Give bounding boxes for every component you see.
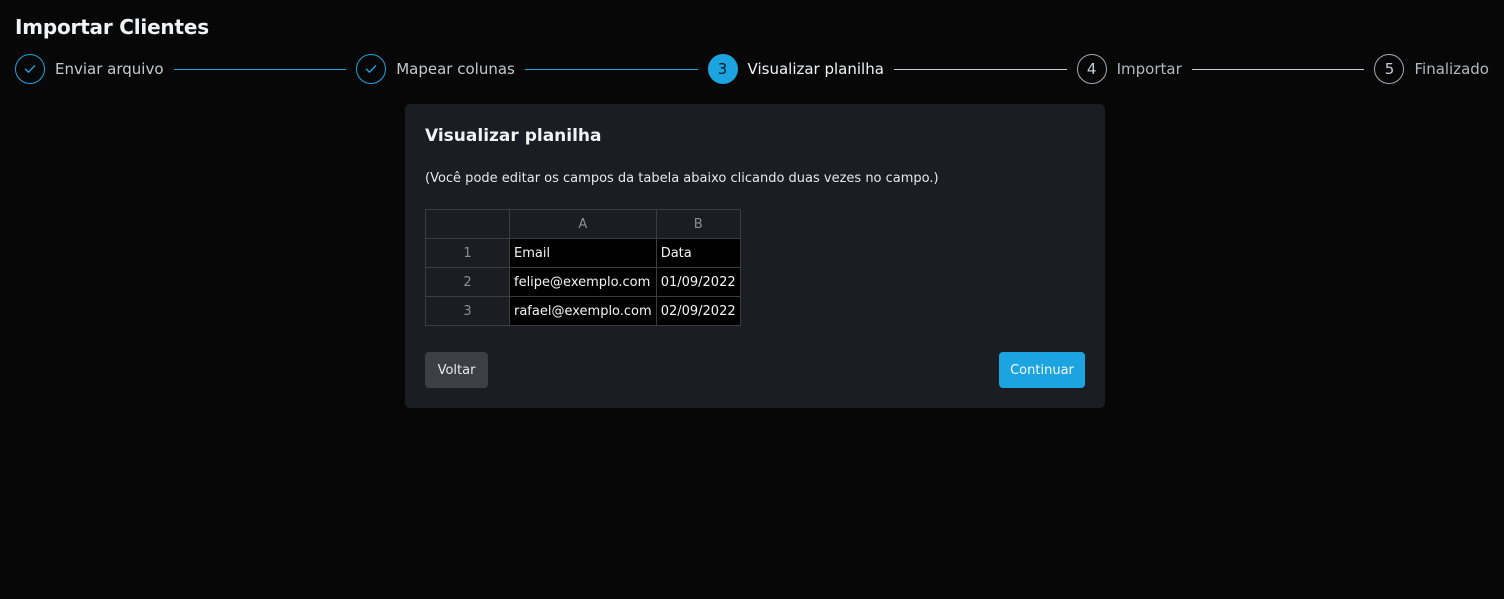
step-connector xyxy=(893,68,1067,70)
table-cell[interactable]: felipe@exemplo.com xyxy=(509,267,657,297)
step-check-circle xyxy=(356,54,387,84)
corner-cell xyxy=(425,209,510,239)
row-number: 3 xyxy=(425,296,510,326)
step-label: Enviar arquivo xyxy=(55,60,164,78)
column-header-b: B xyxy=(655,209,741,239)
card-title: Visualizar planilha xyxy=(425,126,602,146)
column-header-a: A xyxy=(509,209,657,239)
column-header-row: A B xyxy=(425,209,741,239)
step-connector xyxy=(1191,68,1365,70)
step-connector xyxy=(173,68,347,70)
step-number-circle: 3 xyxy=(707,54,738,84)
table-cell[interactable]: Data xyxy=(655,238,741,268)
preview-card: Visualizar planilha (Você pode editar os… xyxy=(405,104,1105,408)
step-label: Finalizado xyxy=(1414,60,1489,78)
step-connector xyxy=(524,68,698,70)
step-number-circle: 4 xyxy=(1076,54,1107,84)
step-mapear-colunas: Mapear colunas xyxy=(356,54,515,84)
continue-button[interactable]: Continuar xyxy=(999,352,1085,388)
page-title: Importar Clientes xyxy=(15,15,209,39)
check-icon xyxy=(24,65,36,73)
step-label: Mapear colunas xyxy=(396,60,515,78)
table-cell[interactable]: rafael@exemplo.com xyxy=(509,296,657,326)
row-number: 2 xyxy=(425,267,510,297)
table-cell[interactable]: Email xyxy=(509,238,657,268)
stepper: Enviar arquivo Mapear colunas 3 Visualiz… xyxy=(15,53,1489,85)
table-cell[interactable]: 01/09/2022 xyxy=(655,267,741,297)
step-number-circle: 5 xyxy=(1374,54,1405,84)
edit-hint: (Você pode editar os campos da tabela ab… xyxy=(425,171,939,186)
step-importar: 4 Importar xyxy=(1076,54,1182,84)
back-button[interactable]: Voltar xyxy=(425,352,488,388)
step-label: Importar xyxy=(1116,60,1182,78)
step-visualizar-planilha: 3 Visualizar planilha xyxy=(707,54,884,84)
step-enviar-arquivo: Enviar arquivo xyxy=(15,54,164,84)
table-row: 1 Email Data xyxy=(425,238,741,268)
row-number: 1 xyxy=(425,238,510,268)
table-row: 3 rafael@exemplo.com 02/09/2022 xyxy=(425,296,741,326)
table-cell[interactable]: 02/09/2022 xyxy=(655,296,741,326)
table-row: 2 felipe@exemplo.com 01/09/2022 xyxy=(425,267,741,297)
check-icon xyxy=(366,65,377,73)
step-label: Visualizar planilha xyxy=(747,60,884,78)
step-finalizado: 5 Finalizado xyxy=(1374,54,1489,84)
step-check-circle xyxy=(15,54,45,84)
spreadsheet-preview: A B 1 Email Data 2 felipe@exemplo.com 01… xyxy=(425,209,741,326)
